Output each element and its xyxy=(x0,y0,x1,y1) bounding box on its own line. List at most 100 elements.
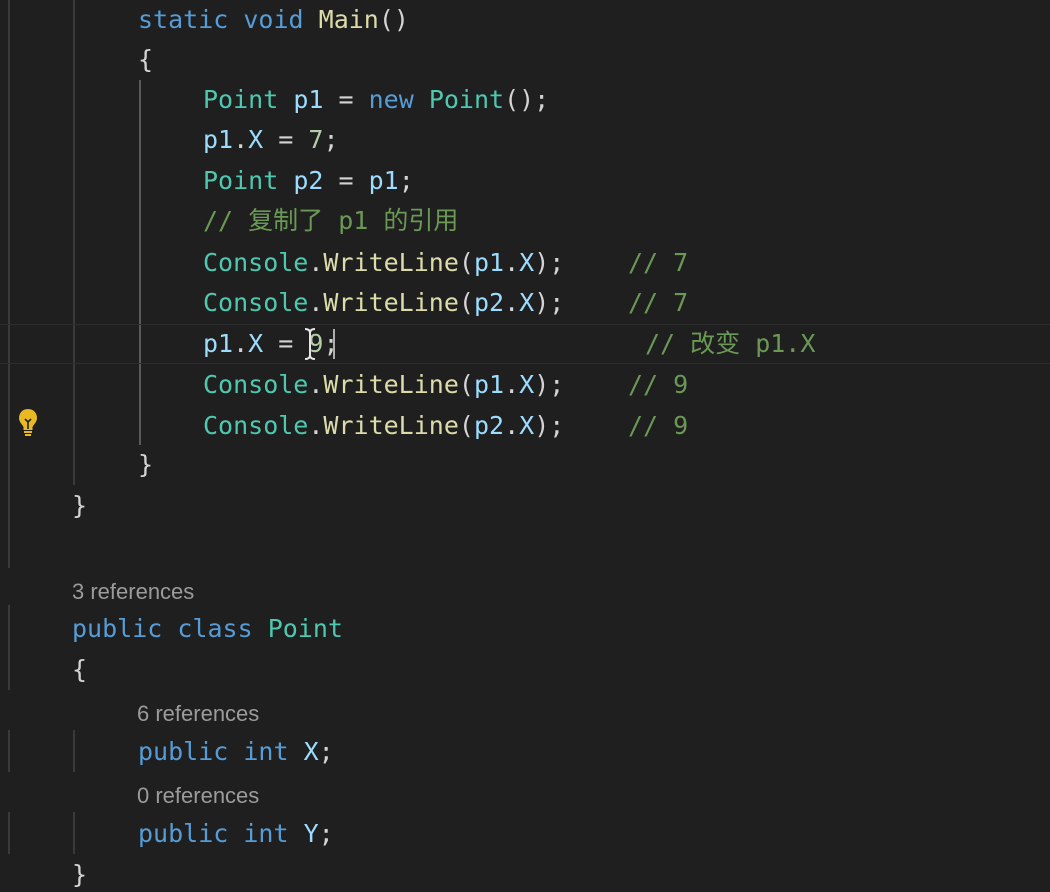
code-line-8-comment: // 9 xyxy=(628,365,688,405)
comment: // 9 xyxy=(628,411,689,440)
comment: // 改变 p1.X xyxy=(645,329,816,358)
code-line-3[interactable]: Point p2 = p1; xyxy=(203,161,414,201)
codelens-y-references[interactable]: 0 references xyxy=(137,780,259,812)
field-name: Y xyxy=(303,819,319,848)
code-line-5-comment: // 7 xyxy=(628,243,688,283)
punctuation: ; xyxy=(318,819,334,848)
number-literal: 7 xyxy=(308,125,324,154)
punctuation: ( xyxy=(458,411,474,440)
brace: } xyxy=(72,860,88,889)
punctuation: ); xyxy=(534,288,565,317)
keyword: new xyxy=(368,85,414,114)
code-line-4[interactable]: // 复制了 p1 的引用 xyxy=(203,201,458,241)
indent-guide xyxy=(8,812,10,854)
type-name: Point xyxy=(203,166,279,195)
punctuation: ); xyxy=(534,370,565,399)
brace: { xyxy=(138,45,154,74)
code-line-8[interactable]: Console.WriteLine(p1.X); xyxy=(203,365,564,405)
code-line-field-y[interactable]: public int Y; xyxy=(138,814,334,854)
variable: p1 xyxy=(203,329,234,358)
method-name: WriteLine xyxy=(323,288,459,317)
indent-guide xyxy=(8,0,10,568)
punctuation: ( xyxy=(458,288,474,317)
code-line-program-close-brace[interactable]: } xyxy=(72,486,87,526)
code-line-7[interactable]: p1.X = 9; xyxy=(203,324,339,364)
punctuation: . xyxy=(233,125,249,154)
indent-guide xyxy=(73,812,75,854)
property: X xyxy=(248,125,264,154)
brace: } xyxy=(72,491,88,520)
punctuation: ( xyxy=(458,370,474,399)
punctuation: ; xyxy=(323,329,339,358)
keyword: class xyxy=(177,614,253,643)
code-line-9[interactable]: Console.WriteLine(p2.X); xyxy=(203,406,564,446)
keyword: public xyxy=(138,819,229,848)
code-line-main-close-brace[interactable]: } xyxy=(138,445,153,485)
variable: p1 xyxy=(473,370,505,399)
punctuation: . xyxy=(504,288,520,317)
punctuation: () xyxy=(378,5,409,34)
method-name: WriteLine xyxy=(323,370,459,399)
indent-guide xyxy=(73,0,75,485)
comment: // 7 xyxy=(628,248,689,277)
lightbulb-icon[interactable] xyxy=(17,407,39,437)
operator: = xyxy=(263,329,309,358)
operator: = xyxy=(323,85,369,114)
class-name: Console xyxy=(203,248,309,277)
variable: p1 xyxy=(473,248,505,277)
variable: p2 xyxy=(473,288,505,317)
punctuation: . xyxy=(308,370,324,399)
variable: p2 xyxy=(293,166,324,195)
brace: { xyxy=(72,655,88,684)
class-name: Point xyxy=(267,614,343,643)
class-name: Console xyxy=(203,370,309,399)
keyword: static xyxy=(138,5,229,34)
punctuation: ); xyxy=(534,411,565,440)
text-ibeam-cursor-icon xyxy=(304,328,316,360)
brace: } xyxy=(138,450,154,479)
property: X xyxy=(248,329,264,358)
current-line-highlight xyxy=(0,324,1050,364)
codelens-x-references[interactable]: 6 references xyxy=(137,698,259,730)
punctuation: (); xyxy=(504,85,550,114)
punctuation: . xyxy=(504,411,520,440)
code-line-field-x[interactable]: public int X; xyxy=(138,732,334,772)
punctuation: . xyxy=(504,370,520,399)
property: X xyxy=(519,248,535,277)
comment: // 7 xyxy=(628,288,689,317)
punctuation: . xyxy=(308,248,324,277)
code-line-main-signature[interactable]: static void Main() xyxy=(138,0,409,40)
type-name: Point xyxy=(428,85,505,114)
variable: p2 xyxy=(473,411,505,440)
keyword: public xyxy=(72,614,163,643)
variable: p1 xyxy=(203,125,234,154)
punctuation: . xyxy=(233,329,249,358)
code-line-2[interactable]: p1.X = 7; xyxy=(203,120,339,160)
operator: = xyxy=(263,125,309,154)
method-name: WriteLine xyxy=(323,411,459,440)
property: X xyxy=(519,288,535,317)
keyword: int xyxy=(243,737,289,766)
indent-guide xyxy=(8,605,10,690)
type-name: Point xyxy=(203,85,279,114)
code-editor[interactable]: static void Main() { Point p1 = new Poin… xyxy=(0,0,1050,892)
code-line-class-open-brace[interactable]: { xyxy=(72,650,87,690)
code-line-main-open-brace[interactable]: { xyxy=(138,40,153,80)
punctuation: ( xyxy=(458,248,474,277)
code-line-class-point[interactable]: public class Point xyxy=(72,609,343,649)
codelens-point-references[interactable]: 3 references xyxy=(72,576,194,608)
keyword: void xyxy=(243,5,304,34)
keyword: public xyxy=(138,737,229,766)
property: X xyxy=(519,411,535,440)
property: X xyxy=(519,370,535,399)
class-name: Console xyxy=(203,411,309,440)
code-line-class-close-brace[interactable]: } xyxy=(72,855,87,892)
punctuation: ); xyxy=(534,248,565,277)
code-line-6[interactable]: Console.WriteLine(p2.X); xyxy=(203,283,564,323)
method-name: WriteLine xyxy=(323,248,459,277)
code-line-1[interactable]: Point p1 = new Point(); xyxy=(203,80,549,120)
comment: // 9 xyxy=(628,370,689,399)
code-line-5[interactable]: Console.WriteLine(p1.X); xyxy=(203,243,564,283)
code-line-6-comment: // 7 xyxy=(628,283,688,323)
indent-guide xyxy=(139,80,141,445)
